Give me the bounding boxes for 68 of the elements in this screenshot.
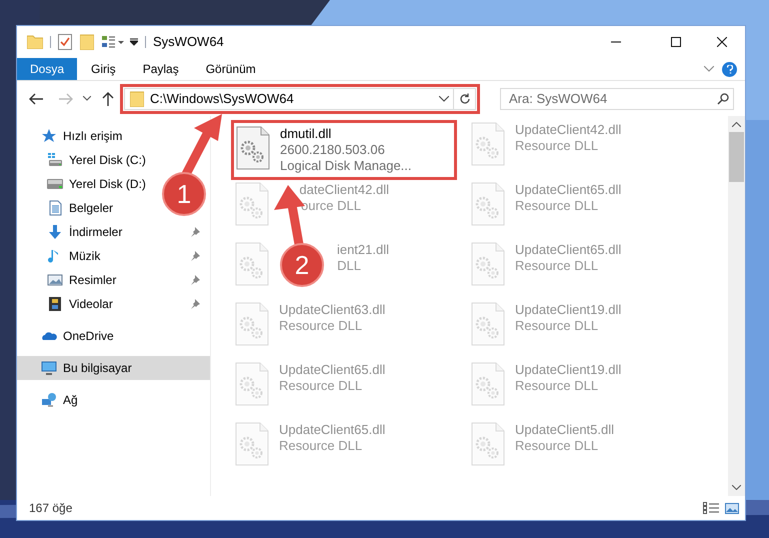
ribbon-tab[interactable]: Görünüm (192, 58, 269, 80)
drive-icon (47, 176, 63, 192)
pin-icon[interactable] (190, 275, 200, 285)
nav-item[interactable]: Belgeler (47, 199, 114, 217)
address-field[interactable]: C:\Windows\SysWOW64 (124, 88, 454, 110)
maximize-icon (671, 37, 681, 47)
nav-item[interactable]: OneDrive (41, 327, 114, 345)
document-icon (47, 200, 63, 216)
scroll-down-icon[interactable] (732, 485, 741, 490)
ribbon-tab[interactable]: Giriş (78, 58, 129, 80)
folder-icon (130, 90, 144, 106)
ribbon-tab[interactable]: Paylaş (130, 58, 192, 80)
file-detail: DLL (337, 258, 361, 274)
file-detail: ource DLL (301, 198, 361, 214)
dropdown-icon[interactable] (130, 38, 138, 46)
details-view-icon[interactable] (703, 502, 719, 514)
nav-item[interactable]: Hızlı erişim (41, 127, 122, 145)
chevron-down-icon[interactable] (704, 66, 714, 72)
ribbon-tab[interactable]: Dosya (17, 58, 78, 80)
back-arrow-icon[interactable] (29, 92, 43, 104)
refresh-icon (458, 92, 470, 104)
caret-icon[interactable] (83, 96, 91, 101)
computer-icon (41, 360, 57, 376)
scroll-up-icon[interactable] (732, 122, 741, 127)
picture-icon (47, 272, 63, 288)
nav-item[interactable]: İndirmeler (47, 223, 122, 241)
file-name: ient21.dll (336, 242, 389, 258)
network-icon (41, 392, 57, 408)
gear-file-icon (471, 182, 505, 226)
nav-item[interactable]: Resimler (47, 271, 116, 289)
caret-icon[interactable] (439, 96, 449, 102)
layout-icon[interactable] (102, 35, 124, 49)
gear-file-icon (471, 242, 505, 286)
nav-item[interactable]: Videolar (47, 295, 113, 313)
film-icon (47, 296, 63, 312)
large-icons-view-icon[interactable] (725, 502, 739, 514)
refresh-button[interactable] (454, 88, 476, 110)
file-item[interactable]: dmutil.dll 2600.2180.503.06 Logical Disk Manage... (236, 126, 412, 174)
file-name: dateClient42.dll (299, 182, 389, 198)
nav-item[interactable]: Müzik (47, 247, 100, 265)
window-title: SysWOW64 (153, 33, 224, 52)
nav-item[interactable]: Yerel Disk (C:) (47, 151, 146, 169)
up-arrow-icon[interactable] (102, 92, 114, 106)
scroll-thumb[interactable] (729, 132, 744, 182)
gear-file-icon (471, 302, 505, 346)
gear-file-icon (236, 126, 270, 170)
drive-icon (47, 152, 63, 168)
gear-file-icon (235, 362, 269, 406)
gear-file-icon (235, 302, 269, 346)
down-arrow-icon (47, 224, 63, 240)
item-count: 167 öğe (29, 500, 72, 517)
scrollbar[interactable] (728, 116, 745, 496)
pin-icon[interactable] (190, 251, 200, 261)
nav-item[interactable]: Bu bilgisayar (41, 359, 132, 377)
gear-file-icon (235, 422, 269, 466)
gear-file-icon (471, 422, 505, 466)
close-icon (717, 37, 727, 47)
gear-file-icon (471, 122, 505, 166)
nav-item[interactable]: Ağ (41, 391, 78, 409)
pin-icon[interactable] (190, 227, 200, 237)
minimize-icon (611, 41, 621, 43)
address-path: C:\Windows\SysWOW64 (150, 90, 294, 108)
pin-icon[interactable] (190, 299, 200, 309)
help-icon[interactable] (722, 62, 737, 76)
star-icon (41, 128, 57, 144)
gear-file-icon (471, 362, 505, 406)
properties-icon[interactable] (58, 34, 72, 50)
nav-item[interactable]: Yerel Disk (D:) (47, 175, 146, 193)
